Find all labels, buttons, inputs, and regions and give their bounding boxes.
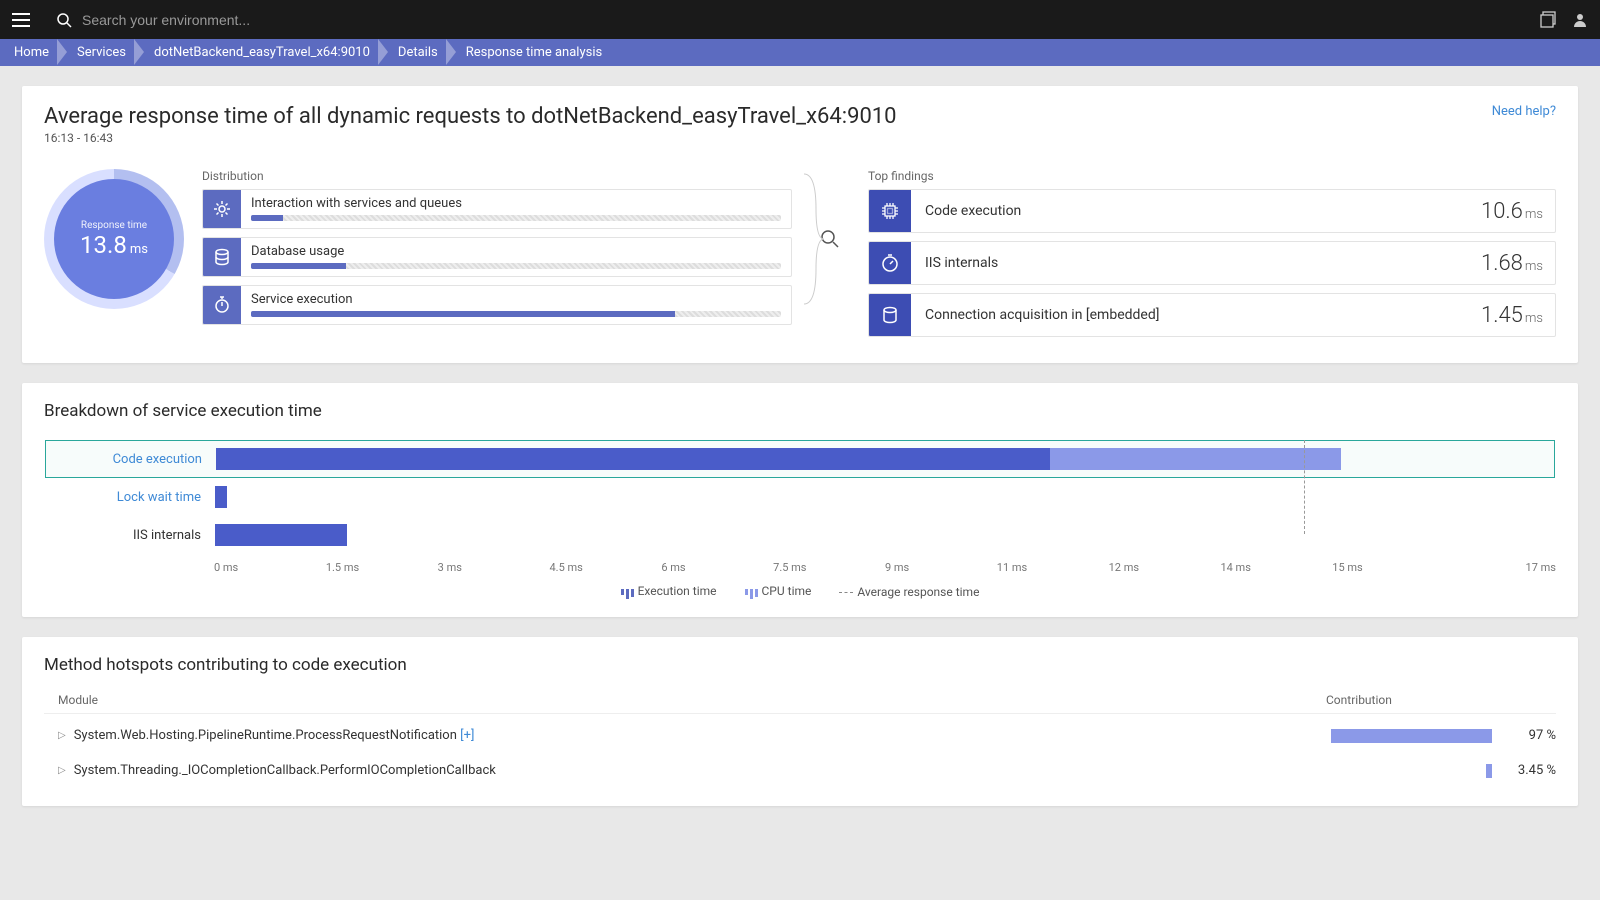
finding-value: 10.6ms [1469,199,1555,224]
contrib-bar [1331,729,1492,743]
expand-icon[interactable]: ▷ [58,730,66,741]
expand-icon[interactable]: ▷ [58,765,66,776]
contrib-pct: 3.45 % [1502,763,1556,778]
stopwatch-icon [203,286,241,324]
chart-row[interactable]: IIS internals [45,516,1555,554]
crumb-service-name[interactable]: dotNetBackend_easyTravel_x64:9010 [144,39,388,66]
hotspots-title: Method hotspots contributing to code exe… [44,655,1556,675]
findings-section: Top findings Code execution10.6ms IIS int… [868,169,1556,345]
search-icon[interactable] [56,12,72,28]
gauge-unit: ms [130,242,148,257]
hotspot-row[interactable]: ▷ System.Threading._IOCompletionCallback.… [44,753,1556,788]
exec-bar [215,486,227,508]
finding-name: Connection acquisition in [embedded] [911,307,1469,323]
response-time-gauge: Response time 13.8ms [44,169,184,309]
page-title: Average response time of all dynamic req… [44,104,897,129]
chart-row[interactable]: Code execution [45,440,1555,478]
finding-item[interactable]: Connection acquisition in [embedded]1.45… [868,293,1556,337]
chip-icon [869,190,911,232]
hotspot-row[interactable]: ▷ System.Web.Hosting.PipelineRuntime.Proc… [44,718,1556,753]
breakdown-card: Breakdown of service execution time Code… [22,383,1578,617]
crumb-home[interactable]: Home [4,39,67,66]
hotspot-name: System.Threading._IOCompletionCallback.P… [74,763,1326,778]
contrib-bar [1486,764,1492,778]
hotspot-name: System.Web.Hosting.PipelineRuntime.Proce… [74,728,1326,743]
exec-bar [216,448,1050,470]
windows-icon[interactable] [1540,11,1558,29]
database-icon [203,238,241,276]
crumb-services[interactable]: Services [67,39,144,66]
finding-item[interactable]: Code execution10.6ms [868,189,1556,233]
search-input[interactable] [82,12,1540,28]
timerange: 16:13 - 16:43 [44,131,897,145]
breadcrumb: Home Services dotNetBackend_easyTravel_x… [0,39,1600,66]
breakdown-chart[interactable]: Code execution Lock wait time IIS internal… [44,439,1556,555]
gauge-label: Response time [81,220,147,231]
chart-row-label[interactable]: Lock wait time [45,490,215,505]
help-link[interactable]: Need help? [1492,104,1556,119]
summary-card: Average response time of all dynamic req… [22,86,1578,363]
col-module: Module [44,693,1326,707]
gauge-value: 13.8 [80,231,127,259]
distribution-label: Distribution [202,169,792,183]
findings-label: Top findings [868,169,1556,183]
user-icon[interactable] [1572,12,1588,28]
hamburger-icon[interactable] [12,8,36,32]
magnify-connector [810,169,850,309]
finding-value: 1.68ms [1469,251,1555,276]
timer-icon [869,242,911,284]
db-icon [869,294,911,336]
finding-item[interactable]: IIS internals1.68ms [868,241,1556,285]
gear-icon [203,190,241,228]
finding-name: Code execution [911,203,1469,219]
chart-row-label[interactable]: Code execution [46,452,216,467]
finding-value: 1.45ms [1469,303,1555,328]
breakdown-title: Breakdown of service execution time [44,401,1556,421]
chart-legend: Execution time CPU time Average response… [44,584,1556,599]
chart-row-label: IIS internals [45,528,215,543]
hotspots-card: Method hotspots contributing to code exe… [22,637,1578,806]
crumb-response-time[interactable]: Response time analysis [456,39,620,66]
dist-name: Interaction with services and queues [251,196,781,211]
col-contribution: Contribution [1326,693,1556,707]
exec-bar [215,524,347,546]
distribution-section: Distribution Interaction with services a… [202,169,792,333]
dist-name: Service execution [251,292,781,307]
topbar [0,0,1600,39]
finding-name: IIS internals [911,255,1469,271]
dist-name: Database usage [251,244,781,259]
dist-item[interactable]: Database usage [202,237,792,277]
x-axis: 0 ms1.5 ms3 ms4.5 ms6 ms7.5 ms9 ms11 ms1… [214,561,1556,574]
dist-item[interactable]: Service execution [202,285,792,325]
contrib-pct: 97 % [1502,728,1556,743]
expand-plus[interactable]: [+] [460,728,474,743]
dist-item[interactable]: Interaction with services and queues [202,189,792,229]
chart-row[interactable]: Lock wait time [45,478,1555,516]
crumb-details[interactable]: Details [388,39,456,66]
